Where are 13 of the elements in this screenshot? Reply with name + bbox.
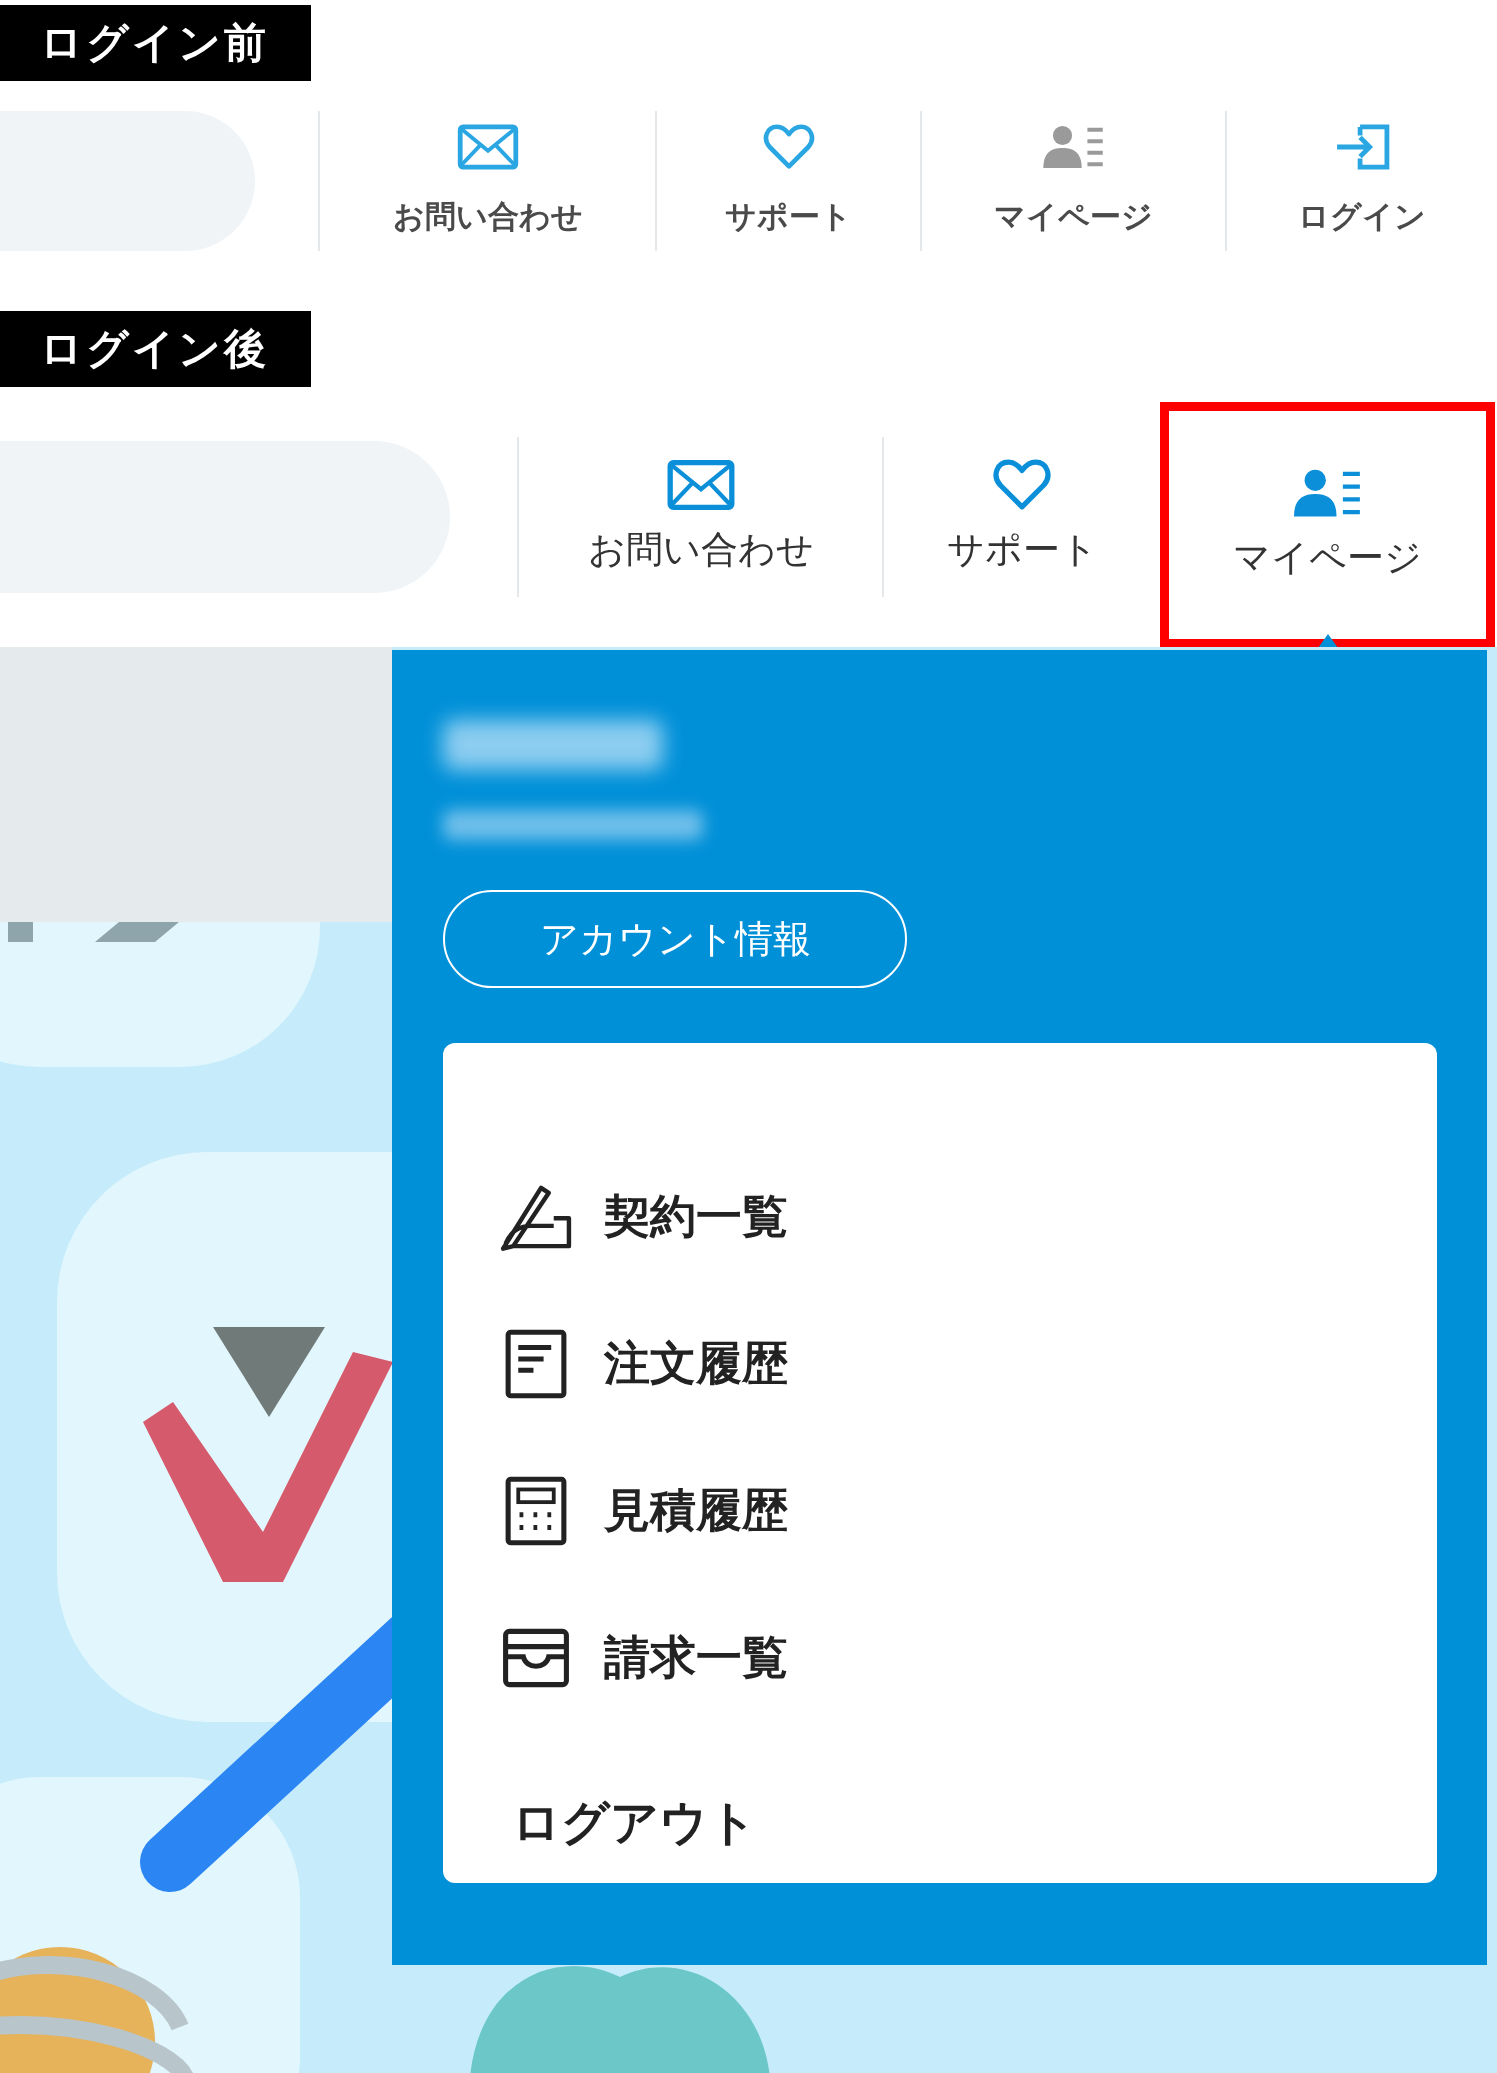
user-card-icon (1293, 467, 1362, 519)
menu-item[interactable]: 注文履歴 (498, 1290, 1437, 1437)
menu-item[interactable]: 見積履歴 (498, 1437, 1437, 1584)
account-info-button[interactable]: アカウント情報 (443, 890, 907, 988)
menu-item[interactable]: 契約一覧 (498, 1143, 1437, 1290)
section-label: ログイン後 (0, 311, 311, 387)
mail-icon (456, 124, 519, 170)
logout-link[interactable]: ログアウト (512, 1791, 1437, 1855)
section-label: ログイン前 (0, 5, 311, 81)
user-card-icon (1042, 124, 1105, 170)
menu-item[interactable]: 請求一覧 (498, 1584, 1437, 1731)
highlighted-nav-button[interactable]: マイページ (1160, 402, 1495, 648)
mail-icon (666, 459, 735, 511)
